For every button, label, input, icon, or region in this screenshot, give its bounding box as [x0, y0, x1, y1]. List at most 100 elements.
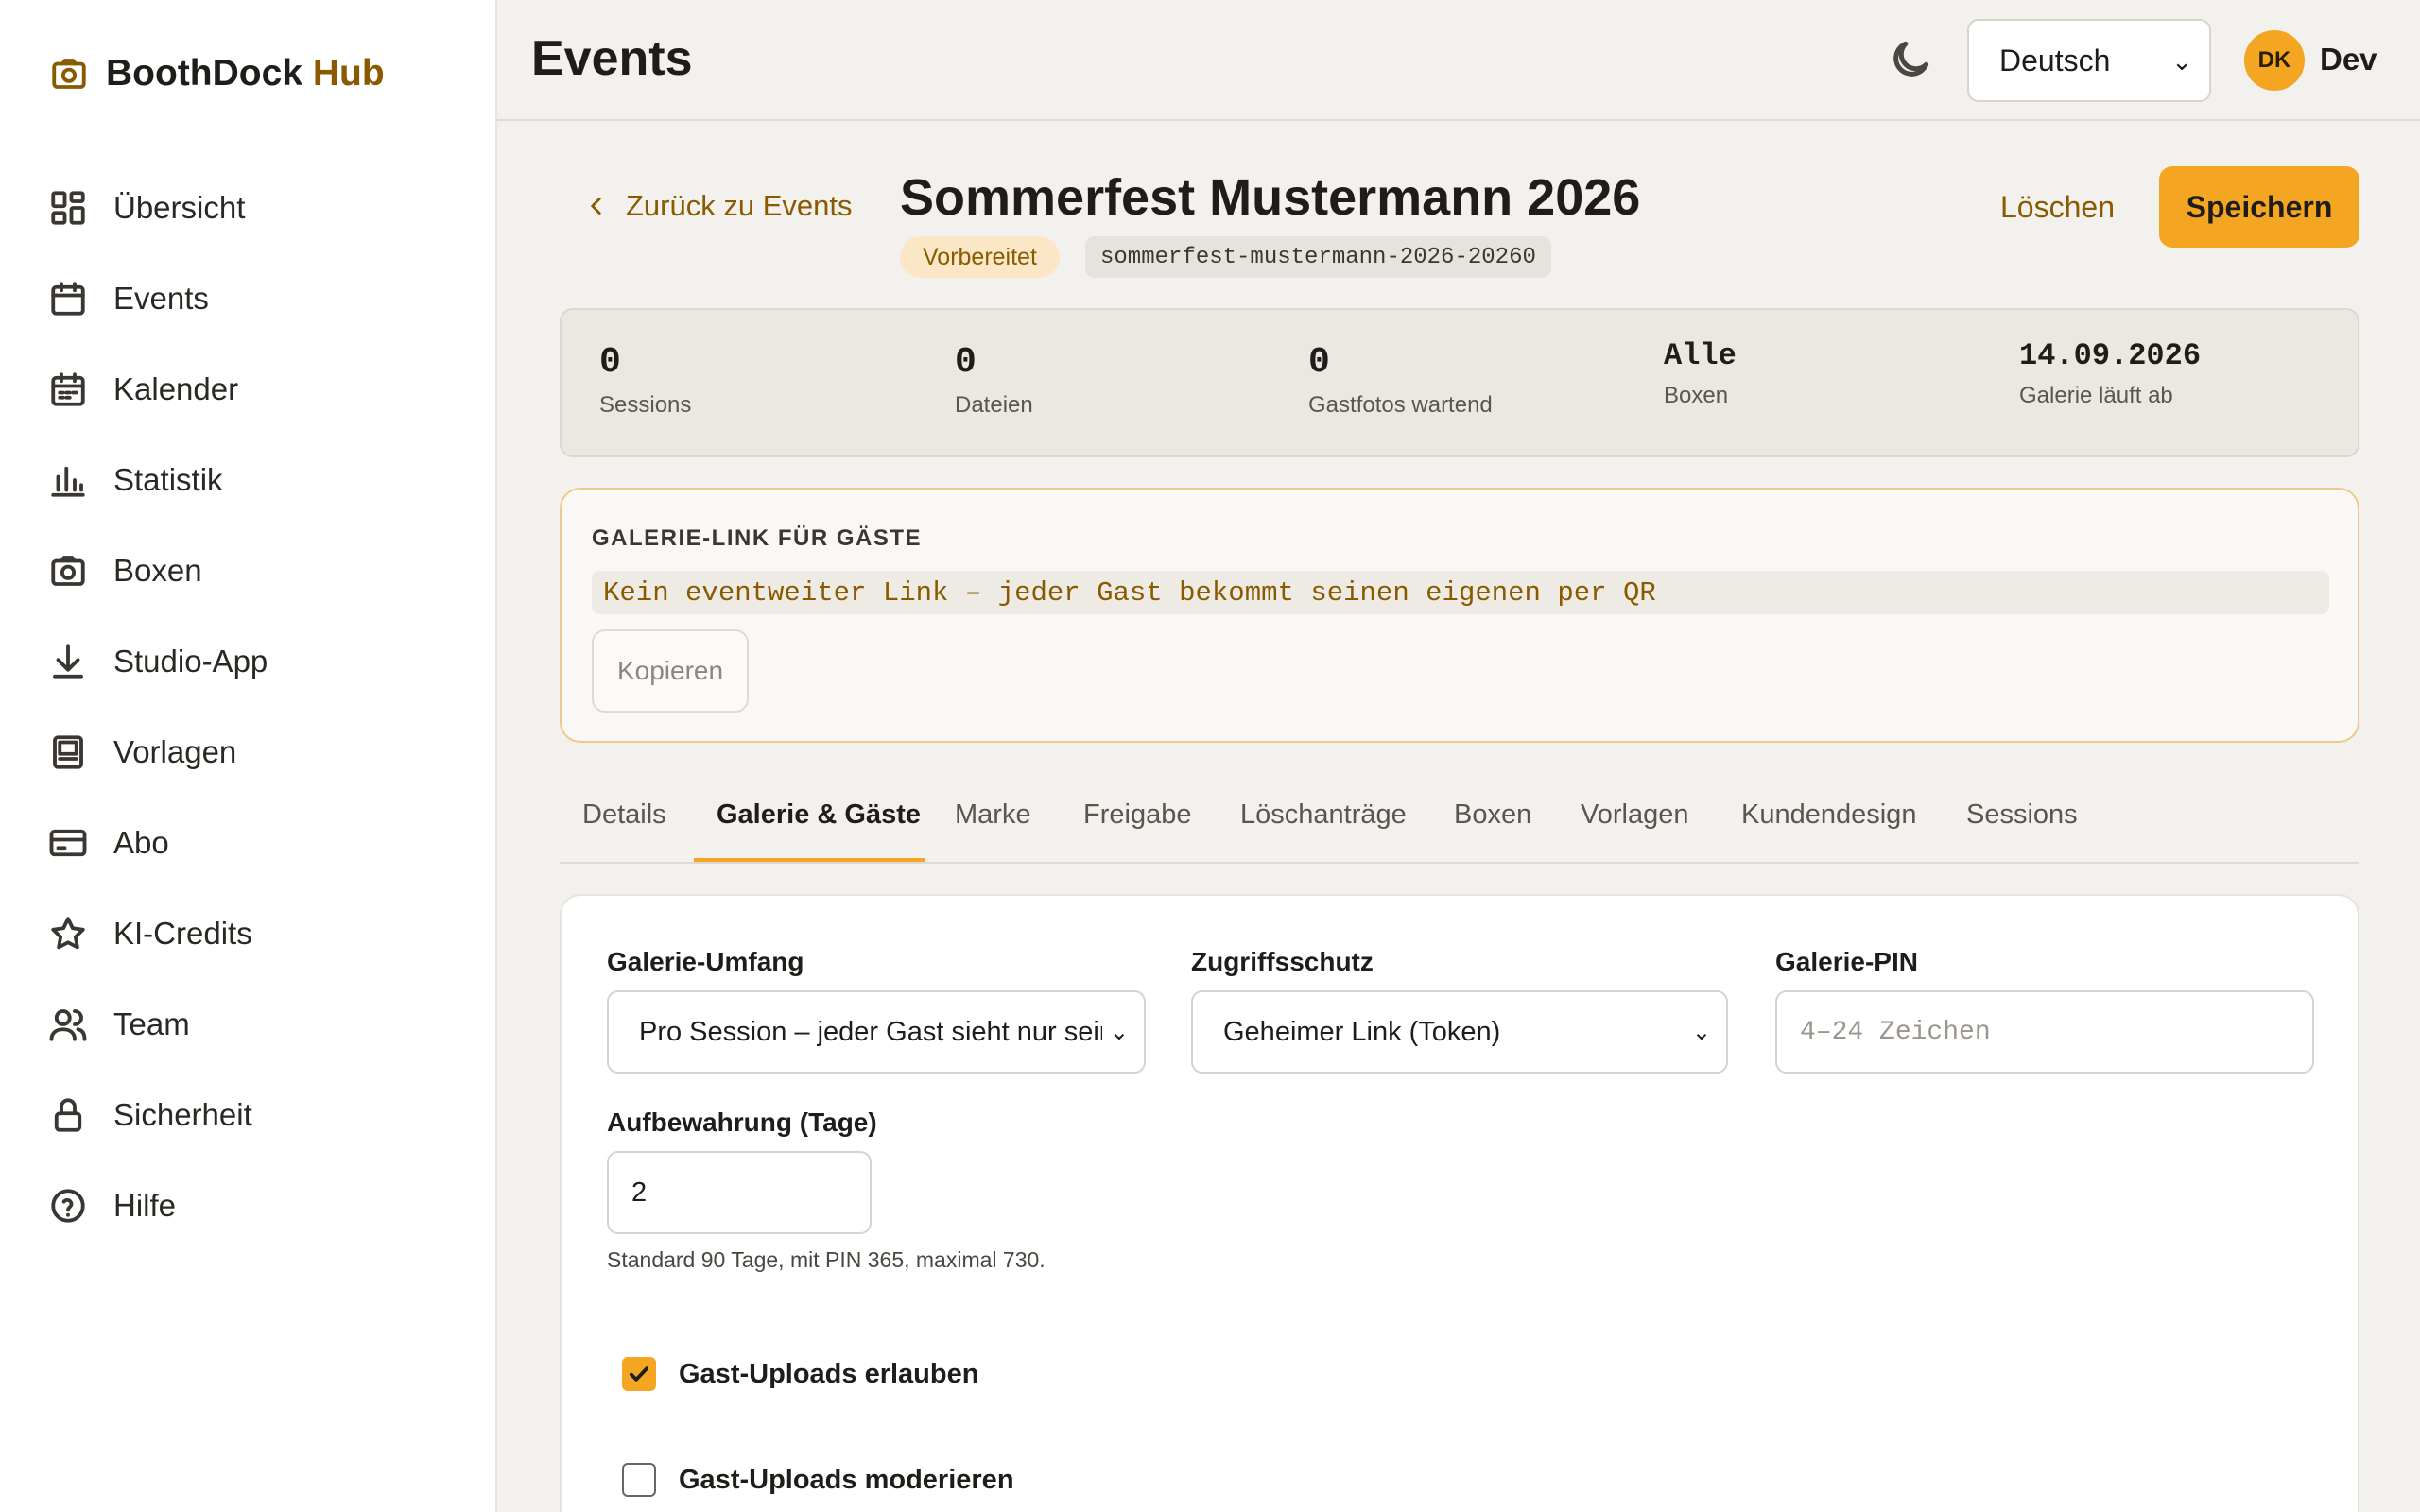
tab-freigabe[interactable]: Freigabe: [1083, 799, 1191, 831]
sidebar-item-statistik[interactable]: Statistik: [47, 435, 463, 525]
sidebar-item-ki-credits[interactable]: KI-Credits: [47, 888, 463, 979]
stat-boxen: Alle Boxen: [1664, 338, 1737, 409]
stat-value: 0: [1308, 342, 1330, 383]
scope-label: Galerie-Umfang: [607, 947, 804, 976]
stat-value: 0: [599, 342, 621, 383]
tab-loeschantraege[interactable]: Löschanträge: [1240, 799, 1407, 831]
bar-chart-icon: [47, 459, 89, 501]
sidebar-item-label: Team: [113, 1006, 190, 1041]
event-tabs: Details Galerie & Gäste Marke Freigabe L…: [560, 773, 2360, 864]
chevron-down-icon: ⌄: [1101, 1019, 1129, 1046]
tab-vorlagen[interactable]: Vorlagen: [1581, 799, 1689, 831]
sidebar-item-label: Sicherheit: [113, 1097, 252, 1132]
tab-boxen[interactable]: Boxen: [1454, 799, 1531, 831]
sidebar-item-abo[interactable]: Abo: [47, 798, 463, 888]
sidebar-item-label: Übersicht: [113, 190, 246, 225]
check-icon: [629, 1366, 649, 1382]
brand-logo[interactable]: BoothDock Hub: [49, 53, 385, 94]
uploads-allow-checkbox[interactable]: Gast-Uploads erlauben: [622, 1357, 978, 1391]
sidebar-item-studio-app[interactable]: Studio-App: [47, 616, 463, 707]
gallery-settings-form: Galerie-Umfang Pro Session – jeder Gast …: [560, 894, 2360, 1512]
access-value: Geheimer Link (Token): [1223, 1016, 1501, 1047]
stat-label: Gastfotos wartend: [1308, 392, 1493, 418]
pin-input[interactable]: 4–24 Zeichen: [1775, 990, 2314, 1074]
sidebar-item-label: Studio-App: [113, 644, 268, 679]
event-title: Sommerfest Mustermann 2026: [900, 169, 1641, 226]
chevron-down-icon: ⌄: [1684, 1019, 1711, 1046]
help-circle-icon: [47, 1185, 89, 1227]
access-select[interactable]: Geheimer Link (Token) ⌄: [1191, 990, 1728, 1074]
stats-bar: 0 Sessions 0 Dateien 0 Gastfotos wartend…: [560, 308, 2360, 457]
sidebar-item-vorlagen[interactable]: Vorlagen: [47, 707, 463, 798]
user-name[interactable]: Dev: [2320, 42, 2377, 77]
back-label: Zurück zu Events: [626, 189, 853, 222]
lock-icon: [47, 1094, 89, 1136]
sidebar-item-sicherheit[interactable]: Sicherheit: [47, 1070, 463, 1160]
active-tab-indicator: [694, 858, 925, 862]
stat-value: Alle: [1664, 338, 1737, 373]
brand-name: BoothDock: [106, 53, 302, 94]
chevron-left-icon: [591, 198, 601, 215]
delete-button[interactable]: Löschen: [1983, 166, 2132, 248]
stat-label: Galerie läuft ab: [2019, 383, 2173, 408]
gallery-link-text: Kein eventweiter Link – jeder Gast bekom…: [592, 571, 2329, 614]
sidebar-item-label: Statistik: [113, 462, 223, 497]
page-title: Events: [531, 31, 693, 86]
camera-logo-icon: [52, 59, 86, 89]
download-icon: [47, 641, 89, 682]
sidebar-item-kalender[interactable]: Kalender: [47, 344, 463, 435]
star-icon: [47, 913, 89, 954]
users-icon: [47, 1004, 89, 1045]
tab-kundendesign[interactable]: Kundendesign: [1741, 799, 1916, 831]
brand-accent: Hub: [312, 53, 385, 94]
scope-select[interactable]: Pro Session – jeder Gast sieht nur seine…: [607, 990, 1146, 1074]
back-to-events-link[interactable]: Zurück zu Events: [584, 189, 852, 223]
template-icon: [47, 731, 89, 773]
gallery-link-card: GALERIE-LINK FÜR GÄSTE Kein eventweiter …: [560, 488, 2360, 743]
sidebar: BoothDock Hub Übersicht Events Kalender …: [0, 0, 497, 1512]
sidebar-item-hilfe[interactable]: Hilfe: [47, 1160, 463, 1251]
calendar-icon: [47, 278, 89, 319]
stat-label: Boxen: [1664, 383, 1729, 408]
sidebar-item-events[interactable]: Events: [47, 253, 463, 344]
language-value: Deutsch: [1999, 43, 2111, 77]
tab-details[interactable]: Details: [582, 799, 666, 831]
stat-label: Dateien: [955, 392, 1033, 418]
uploads-allow-label: Gast-Uploads erlauben: [679, 1358, 979, 1389]
retention-input[interactable]: 2: [607, 1151, 872, 1234]
dashboard-icon: [47, 187, 89, 229]
stat-dateien: 0 Dateien: [955, 342, 1033, 419]
sidebar-item-team[interactable]: Team: [47, 979, 463, 1070]
uploads-moderate-checkbox[interactable]: Gast-Uploads moderieren: [622, 1463, 1014, 1497]
sidebar-item-boxen[interactable]: Boxen: [47, 525, 463, 616]
status-badge: Vorbereitet: [900, 236, 1060, 278]
sidebar-item-label: KI-Credits: [113, 916, 252, 951]
chevron-down-icon: ⌄: [2171, 47, 2192, 76]
stat-gastfotos: 0 Gastfotos wartend: [1308, 342, 1493, 419]
sidebar-item-uebersicht[interactable]: Übersicht: [47, 163, 463, 253]
sidebar-nav: Übersicht Events Kalender Statistik Boxe…: [47, 163, 463, 1251]
stat-value: 0: [955, 342, 977, 383]
copy-button[interactable]: Kopieren: [592, 629, 749, 713]
credit-card-icon: [47, 822, 89, 864]
avatar[interactable]: DK: [2244, 30, 2305, 91]
sidebar-item-label: Boxen: [113, 553, 202, 588]
language-select[interactable]: Deutsch ⌄: [1967, 19, 2211, 102]
scope-value: Pro Session – jeder Gast sieht nur seine: [639, 1016, 1131, 1047]
checkbox-unchecked[interactable]: [622, 1463, 656, 1497]
stat-galerie-ablauf: 14.09.2026 Galerie läuft ab: [2019, 338, 2201, 409]
camera-icon: [47, 550, 89, 592]
save-button[interactable]: Speichern: [2159, 166, 2360, 248]
dark-mode-toggle[interactable]: [1887, 36, 1934, 83]
sidebar-item-label: Hilfe: [113, 1188, 177, 1223]
access-label: Zugriffsschutz: [1191, 947, 1374, 976]
tab-galerie-gaeste[interactable]: Galerie & Gäste: [717, 799, 921, 831]
moon-icon: [1893, 41, 1929, 77]
tab-sessions[interactable]: Sessions: [1966, 799, 2078, 831]
calendar-grid-icon: [47, 369, 89, 410]
checkbox-checked[interactable]: [622, 1357, 656, 1391]
uploads-moderate-label: Gast-Uploads moderieren: [679, 1464, 1014, 1495]
pin-label: Galerie-PIN: [1775, 947, 1918, 976]
gallery-link-title: GALERIE-LINK FÜR GÄSTE: [592, 525, 922, 551]
tab-marke[interactable]: Marke: [955, 799, 1031, 831]
